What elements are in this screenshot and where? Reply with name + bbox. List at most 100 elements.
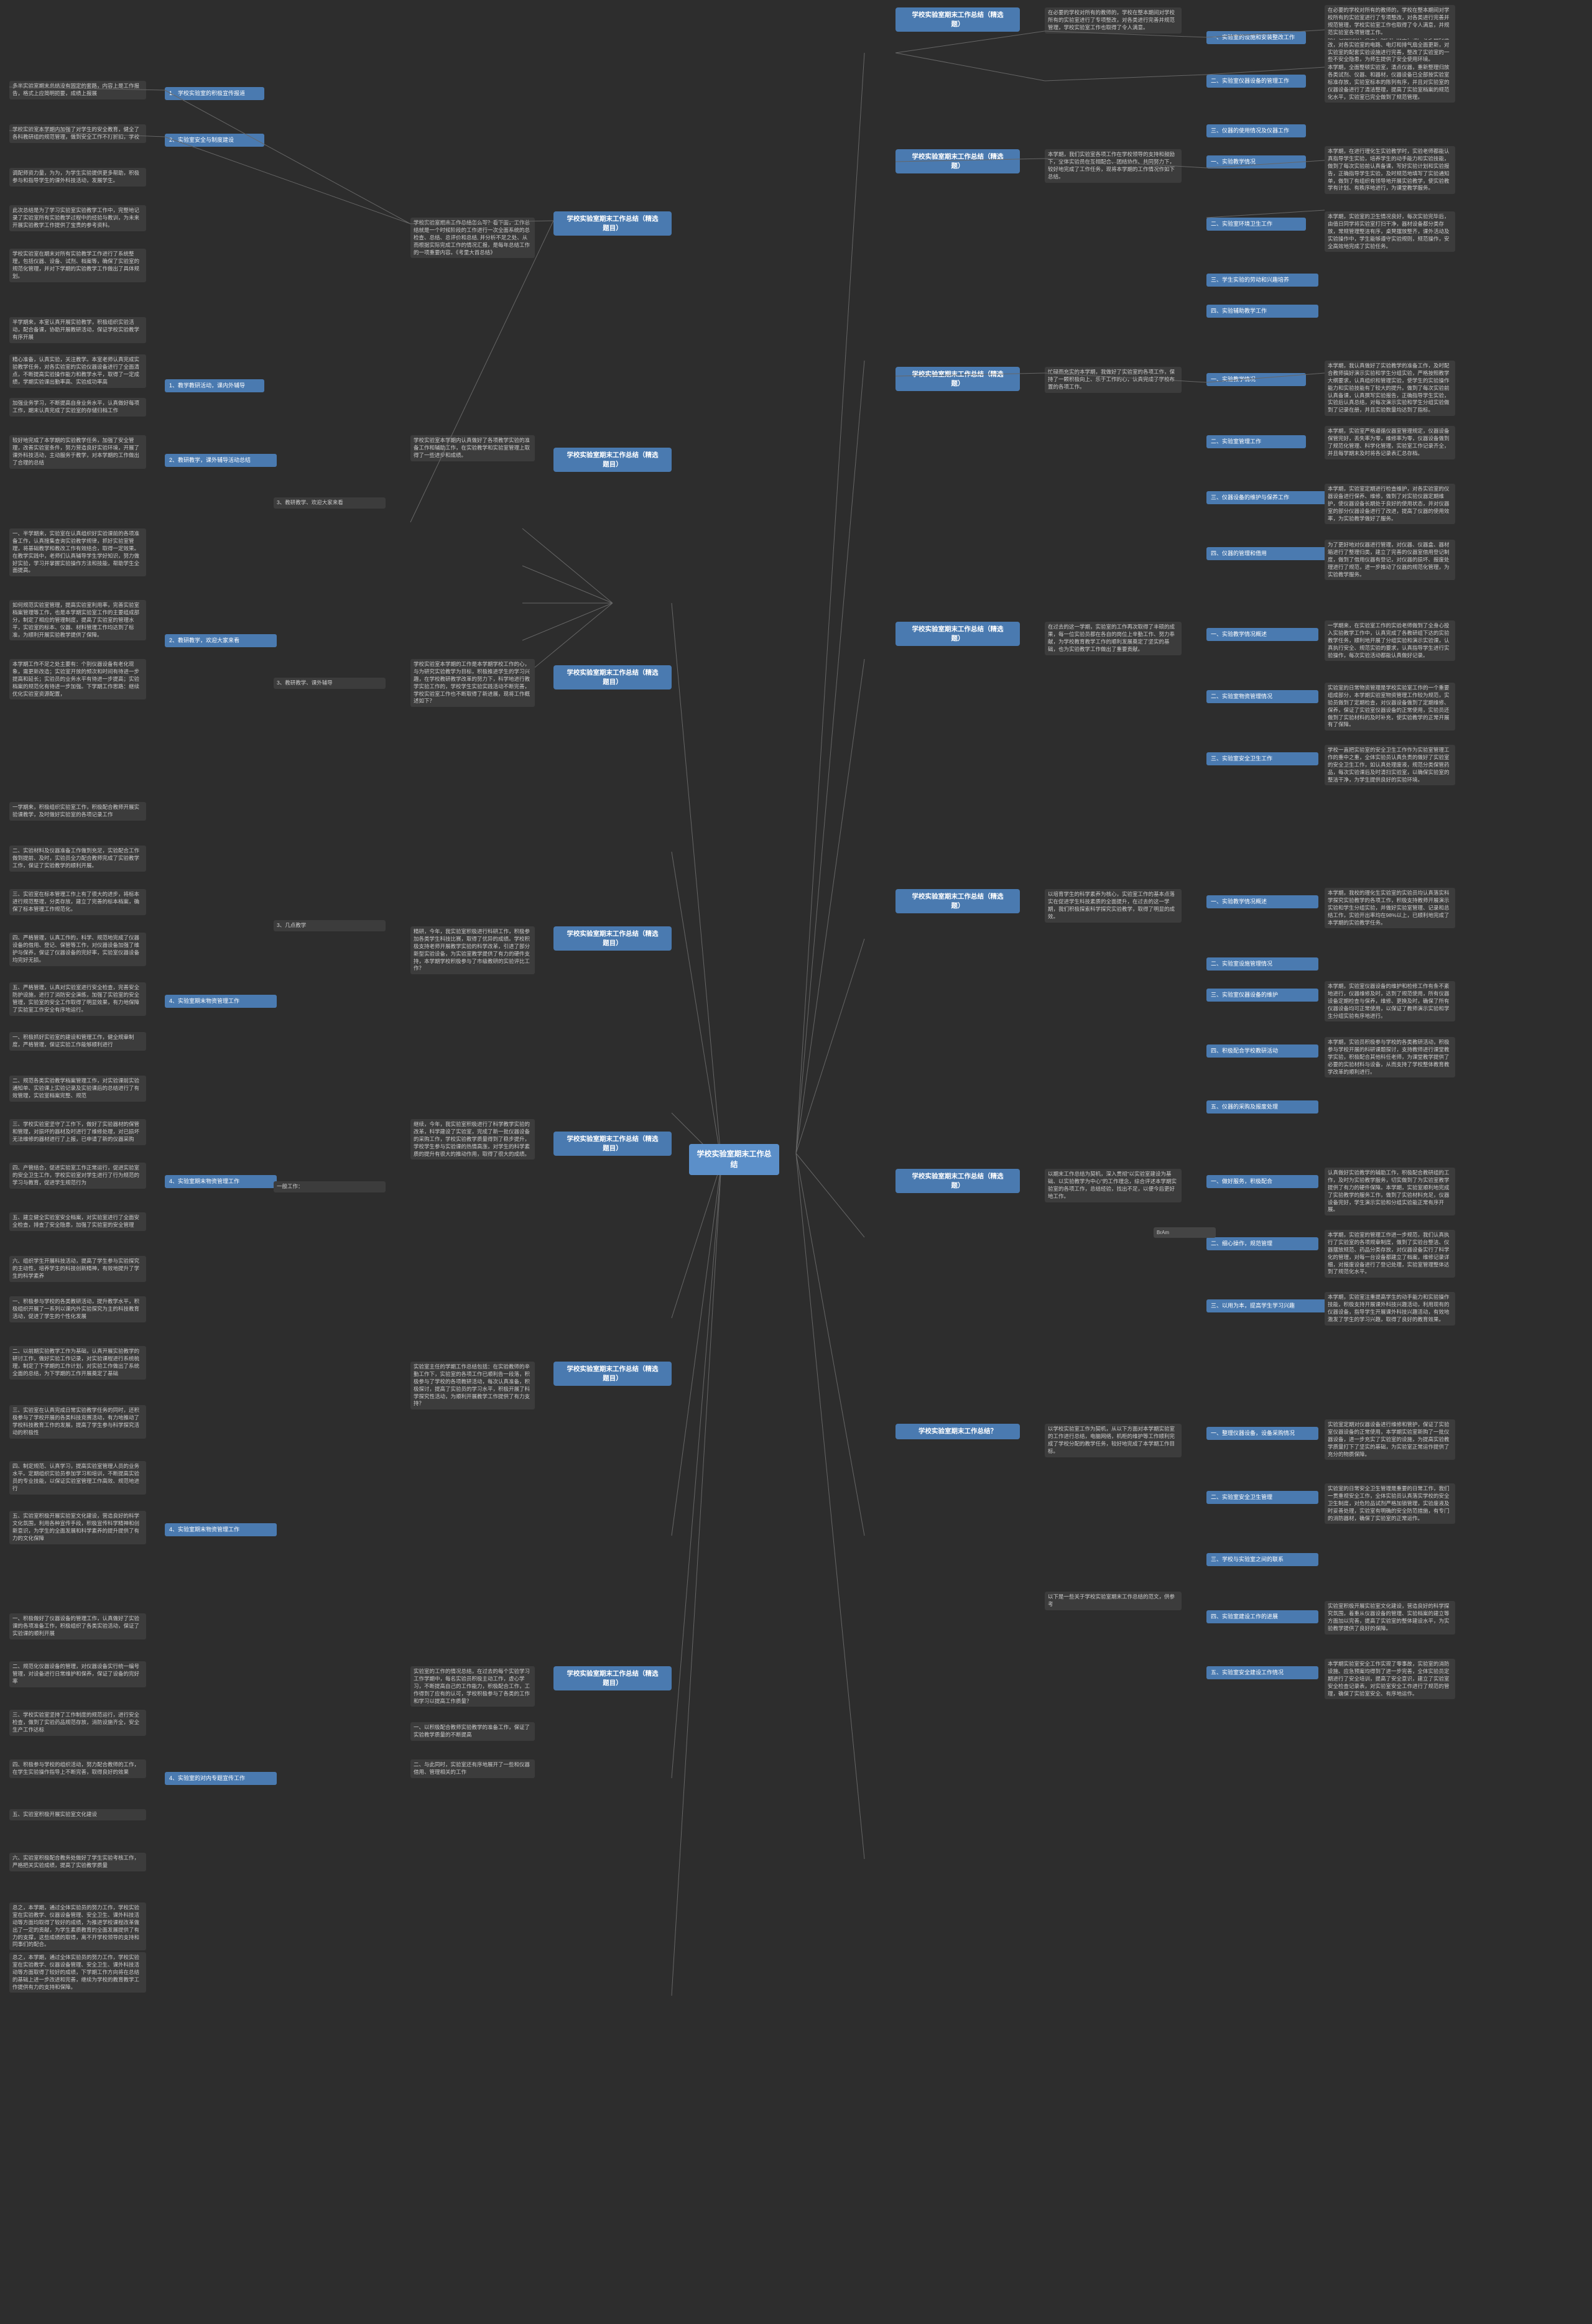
lb1-sub1: 多半实验室期末总结没有固定的套路，内容上是工作报告，格式上应简明扼要，成绩上报展	[9, 81, 146, 99]
rb6-sub3-detail: 本学期，实验室注重提高学生的动手能力和实验操作技能，积极支持开展课外科技兴趣活动…	[1325, 1292, 1455, 1326]
lb2-intro-right: 学校实验室本学期内认真做好了各项教学实验的准备工作和辅助工作，在实验教学和实验室…	[410, 435, 535, 461]
connector-lines	[0, 0, 1592, 2324]
center-node: 学校实验室期末工作总结	[689, 1144, 779, 1175]
rb1-node: 学校实验室期末工作总结（精选题）	[895, 7, 1020, 32]
rb5-sub2: 二、实验室设施管理情况	[1206, 957, 1318, 971]
lb7-intro: 实验室的工作的情况总结，在过去的每个实验学习工作学期中，每名实验员积极主动工作，…	[410, 1666, 535, 1707]
rb7-sub4: 四、实验室建设工作的进展	[1206, 1610, 1318, 1623]
lb7-sub3: 二、规范化仪器设备的管理，对仪器设备实行统一编号管理，对设备进行日常维护和保养，…	[9, 1661, 146, 1687]
lb1-sub3: 调配师资力量，为为，为学生实验提供更多帮助，积极参与和指导学生的课外科技活动，发…	[9, 168, 146, 187]
lb2-sub2: 精心准备，认真实验，关注教学。本室老师认真完成实验教学任务，对各实验室的实验仪器…	[9, 354, 146, 388]
lb7-deep1: 总之，本学期，通过全体实验员的努力工作，学校实验室在实验教学、仪器设备管理、安全…	[9, 1902, 146, 1950]
extra-sub3: 3、几点教学	[274, 920, 386, 931]
lb5-intro: 继续，今年，我实验室积极进行了科学教学实验的改革，科学建设了实验室，完成了新一批…	[410, 1119, 535, 1160]
rb3-sub2-detail: 本学期，实验室严格遵循仪器室管理规定，仪器设备保管完好，丢失率为零，维修率为零，…	[1325, 426, 1455, 459]
rb3-sub1: 一、实验教学情况	[1206, 373, 1306, 386]
rb5-sub3-detail: 本学期，实验室仪器设备的维护和检修工作有条不紊地进行，仪器维修及时，达到了规范使…	[1325, 981, 1455, 1021]
rb3-intro: 忙碌而充实的本学期，我做好了实验室的各项工作，保持了一颗积极向上、乐于工作的心，…	[1045, 367, 1182, 393]
rb3-sub2: 二、实验室管理工作	[1206, 435, 1306, 448]
lb6-sub4: 四、制定规范、认真学习，提高实验室管理人员的业务水平。定期组织实验员参加学习和培…	[9, 1461, 146, 1495]
rb2-sub3: 三、学生实验的劳动和兴趣培养	[1206, 274, 1318, 287]
lb6-intro: 实验室主任的学期工作总结包括：在实验教师的辛勤工作下，实验室的各项工作已顺利告一…	[410, 1362, 535, 1409]
lb7-sub5-label: 4、实验室的对内专题宣传工作	[165, 1772, 277, 1785]
rb6-sub2: 二、细心操作，规范管理	[1206, 1237, 1318, 1250]
lb2-sub5-label: 2、教研教学，课外辅导活动总结	[165, 454, 277, 467]
rb5-sub1-detail: 本学期，我校的理化生实验室的实验员均认真落实科学探究实验教学的各项工作，积极支持…	[1325, 888, 1455, 928]
extra-sub4: 一般工作：	[274, 1181, 386, 1192]
rb4-sub2: 二、实验室物资管理情况	[1206, 690, 1318, 703]
lb3-node: 学校实验室期末工作总结（精选题目）	[553, 665, 672, 689]
rb5-sub1: 一、实验教学情况概述	[1206, 895, 1318, 908]
lb2-sub1: 半学期来，本室认真开展实验教学，积极组织实验活动，配合备课，协助开展教研活动，保…	[9, 317, 146, 343]
rb7-final1: 本学期实验室安全工作实现了零事故，实验室的消防设施、应急预案均得到了进一步完善，…	[1325, 1659, 1455, 1699]
rb5-sub4-detail: 本学期，实验员积极参与学校的各类教研活动，积极参与学校开展的科研课题探讨，支持教…	[1325, 1037, 1455, 1077]
lb4-sub5: 五、严格管理，认真对实验室进行安全检查，完善安全防护设施，进行了消防安全演练，加…	[9, 982, 146, 1016]
rb1-sub1-label: 一、实验室的设施和安装整改工作	[1206, 31, 1306, 44]
rb3-sub3: 三、仪器设备的维护与保养工作	[1206, 491, 1331, 504]
rb3-sub4: 四、仪器的管理和借用	[1206, 547, 1331, 560]
lb4-node: 学校实验室期末工作总结（精选题目）	[553, 926, 672, 951]
rb2-sub2: 二、实验室环境卫生工作	[1206, 218, 1306, 231]
connector-lines-2	[0, 0, 1592, 2324]
rb7-sub4-detail: 实验室积极开展实验室文化建设，营造良好的科学探究氛围，着重从仪器设备的管理、实验…	[1325, 1601, 1455, 1635]
lb5-sub4: 四、产管结合，促进实验室工作正常运行，促进实验室的安全卫生工作，学校实验室对学生…	[9, 1163, 146, 1189]
lb6-sub1: 一、积极参与学校的各类教研活动，提升教学水平，积极组织开展了一系列以课内外实验探…	[9, 1296, 146, 1322]
lb6-node: 学校实验室期末工作总结（精选题目）	[553, 1362, 672, 1386]
rb5-sub5: 五、仪器的采购及报废处理	[1206, 1100, 1318, 1114]
rb4-sub1-detail: 一学期来，在实验室工作的实验老师做到了全身心投入实验教学工作中，认真完成了各教研…	[1325, 620, 1455, 661]
rb7-sub1-detail: 实验室定期对仪器设备进行维修和管护，保证了实验室仪器设备的正常使用，本学期实验室…	[1325, 1419, 1455, 1460]
lb3-sub2: 如何规范实验室管理，提高实验室利用率，完善实验室档案管理等工作，也是本学期实验室…	[9, 600, 146, 640]
rb6-node: 学校实验室期末工作总结（精选题）	[895, 1169, 1020, 1193]
lb6-sub3: 三、实验室在认真完成日常实验教学任务的同时，还积极参与了学校开展的各类科技竞赛活…	[9, 1405, 146, 1439]
lb1-sub1-label: 1、学校实验室的积极宣传报道	[165, 87, 264, 100]
lb7-sub4: 三、学校实验室坚持了工作制度的规范运行，进行安全检查，做到了实验药品规范存放，消…	[9, 1710, 146, 1736]
rb7-sub5: 五、实验室安全建设工作情况	[1206, 1666, 1318, 1679]
lb7-sub5: 四、积极参与学校的组织活动，努力配合教师的工作，在学生实验操作指导上不断完善，取…	[9, 1759, 146, 1778]
lb5-sub2: 二、规范各类实验教学档案管理工作，对实验课前实验通知单、实验课上实验记录及实验课…	[9, 1076, 146, 1102]
rb4-sub2-detail: 实验室的日常物资管理是学校实验室工作的一个重要组成部分，本学期实验室物资管理工作…	[1325, 683, 1455, 731]
rb7-sub1: 一、整理仪器设备，设备采购情况	[1206, 1427, 1318, 1440]
lb6-sub5-label: 4、实验室期末物资管理工作	[165, 1523, 277, 1536]
lb3-intro: 学校实验室本学期的工作是本学期学校工作的心，与为研究实验教学为目标，积极推进学生…	[410, 659, 535, 707]
bram-annotation: BrAm	[1154, 1227, 1216, 1238]
rb1-sub1-text: 在必要的学校对所有的教师的，学校在整本期间对学校所有的实验室进行了专项整改，对各…	[1045, 7, 1182, 34]
rb6-sub1: 一、做好服务，积极配合	[1206, 1175, 1318, 1188]
lb4-sub4: 四、严格管理，认真工作的，科学、规范地完成了仪器设备的借用、登记、保管等工作，对…	[9, 933, 146, 966]
lb3-sub3: 本学期工作不足之处主要有：个别仪器设备有老化现象，需更新改造；实验室开放的频次和…	[9, 659, 146, 699]
lb7-sub6: 五、实验室积极开展实验室文化建设	[9, 1809, 146, 1820]
rb5-sub3: 三、实验室仪器设备的维护	[1206, 989, 1318, 1002]
lb7-sub1b: 二、与此同时，实验室还有序地展开了一些和仪器借用、管理相关的工作	[410, 1759, 535, 1778]
lb3-sub1: 一、半学期来，实验室在认真组织好实验课前的各项准备工作，认真搜集查询实验教学规律…	[9, 528, 146, 576]
rb3-sub3-detail: 本学期，实验室定期进行检查维护，对各实验室的仪器设备进行保养、维修，做到了对实验…	[1325, 484, 1455, 524]
lb5-sub3: 三、学校实验室坚守了工作下，做好了实验器材的保管和管理，对损坏的器材及时进行了维…	[9, 1119, 146, 1145]
lb5-node: 学校实验室期末工作总结（精选题目）	[553, 1132, 672, 1156]
lb2-sub5: 较好地完成了本学期的实验教学任务，加强了安全管理，改善实验室条件，努力营造良好实…	[9, 435, 146, 469]
rb7-deep1: 以下是一些关于学校实验室期末工作总结的范文，供参考	[1045, 1592, 1182, 1610]
lb5-sub1: 一、积极抓好实验室的建设和管理工作，健全规章制度，严格管理，保证实验工作能够顺利…	[9, 1032, 146, 1051]
lower-left1: 总之，本学期，通过全体实验员的努力工作，学校实验室在实验教学、仪器设备管理、安全…	[9, 1952, 146, 1993]
rb1-sub3-label: 三、仪器的使用情况及仪器工作	[1206, 124, 1306, 137]
lb5-sub5: 五、建立健全实验室安全档案，对实验室进行了全面安全检查，排查了安全隐患，加强了实…	[9, 1212, 146, 1231]
rb4-node: 学校实验室期末工作总结（精选题）	[895, 622, 1020, 646]
rb5-intro: 以培育学生的科学素养为核心，实验室工作的基本点落实在促进学生科技素质的全面提升，…	[1045, 889, 1182, 923]
rb1-sub2-detail: 本学期，全面整顿实验室，清点仪器，重新整理归放各类试剂、仪器、和器材，仪器设备已…	[1325, 62, 1455, 103]
rb2-sub1-detail: 本学期，在进行理化生实验教学时，实验老师都能认真指导学生实验，培养学生的动手能力…	[1325, 146, 1455, 194]
extra-sub1: 3、教研教学、欢迎大家来看	[274, 497, 386, 509]
rb2-sub2-detail: 本学期，实验室的卫生情况良好，每次实验完毕后，由值日同学将实验室打扫干净，器材设…	[1325, 211, 1455, 252]
rb4-intro: 在过去的这一学期，实验室的工作再次取得了丰硕的成果，每一位实验员都在各自的岗位上…	[1045, 622, 1182, 655]
lb5-sub4-label: 4、实验室期末物资管理工作	[165, 1175, 277, 1188]
rb7-intro: 以学校实验室工作为契机，从以下方面对本学期实验室的工作进行总结，电脑网络，机柜的…	[1045, 1424, 1182, 1457]
top-right-text1: 在必要的学校对所有的教师的，学校在整本期间对学校所有的实验室进行了专项整改，对各…	[1325, 5, 1455, 39]
rb7-sub2: 二、实验室安全卫生管理	[1206, 1491, 1318, 1504]
rb7-sub2-detail: 实验室的日常安全卫生管理是重要的日常工作，我们一贯重视安全工作，全体实验员认真落…	[1325, 1483, 1455, 1524]
lb4-sub5-label: 4、实验室期末物资管理工作	[165, 995, 277, 1008]
rb4-sub1: 一、实验教学情况概述	[1206, 628, 1318, 641]
rb6-sub2-detail: 本学期，实验室的管理工作进一步规范，我们认真执行了实验室的各项规章制度，做到了实…	[1325, 1230, 1455, 1278]
lb1-node: 学校实验室期末工作总结（精选题目）	[553, 211, 672, 236]
lb7-sub1-detail: 一、以积极配合教师实验教学的准备工作，保证了实验教学质量的不断提高	[410, 1722, 535, 1741]
mindmap-container: 学校实验室期末工作总结 学校实验室期末工作总结（精选题） 在必要的学校对所有的教…	[0, 0, 1592, 2324]
lb7-sub7: 六、实验室积极配合教务处做好了学生实验考核工作，严格把关实验成绩，提高了实验教学…	[9, 1853, 146, 1871]
lb4-intro: 精研，今年，我实验室积极进行科研工作，积极参加各类学生科技比赛，取得了优异的成绩…	[410, 926, 535, 974]
extra-sub2: 3、教研教学、课外辅导	[274, 678, 386, 689]
rb3-sub4-detail: 为了更好地对仪器进行管理，对仪器、仪器盒、器材箱进行了整理归类，建立了完善的仪器…	[1325, 540, 1455, 580]
